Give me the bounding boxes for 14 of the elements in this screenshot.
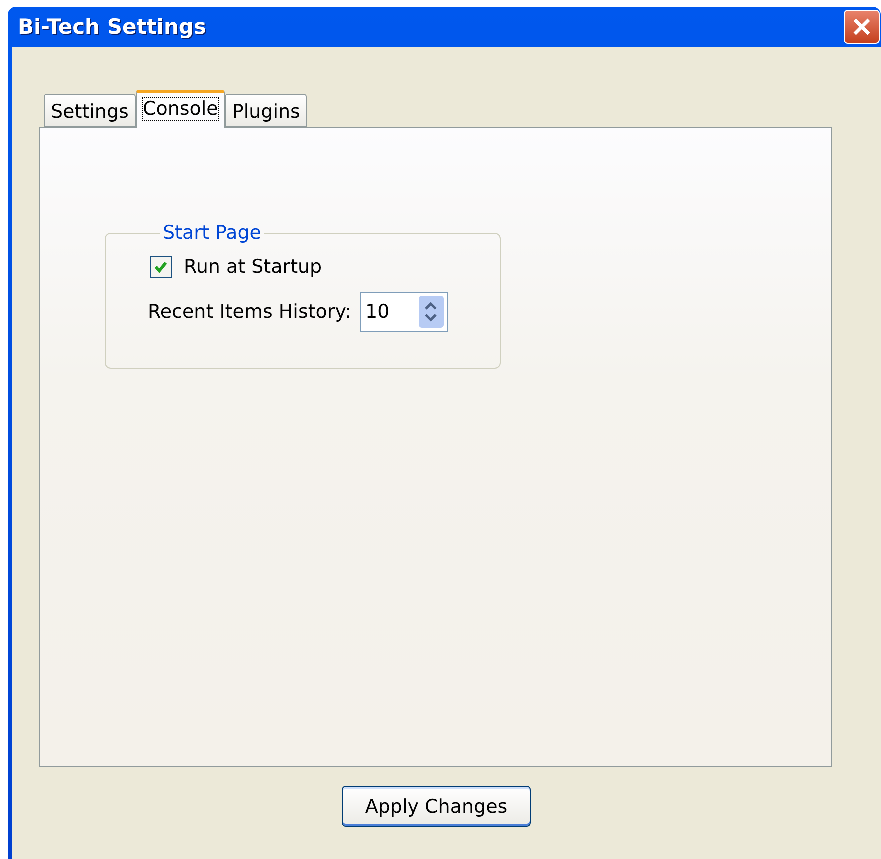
close-icon xyxy=(852,17,872,37)
apply-button[interactable]: Apply Changes xyxy=(342,786,531,827)
number-field[interactable]: 10 xyxy=(360,292,448,332)
field-label: Recent Items History: xyxy=(148,301,352,323)
tab[interactable]: Console xyxy=(136,90,226,128)
checkbox[interactable] xyxy=(150,256,172,278)
check-icon xyxy=(154,260,168,274)
tab[interactable]: Plugins xyxy=(225,94,308,127)
tab[interactable]: Settings xyxy=(44,94,136,127)
close-button[interactable] xyxy=(844,10,880,44)
window-title: Bi-Tech Settings xyxy=(18,15,206,39)
group-title: Start Page xyxy=(162,222,262,244)
spin-arrows-icon[interactable] xyxy=(418,296,444,328)
checkbox-label: Run at Startup xyxy=(184,256,322,278)
